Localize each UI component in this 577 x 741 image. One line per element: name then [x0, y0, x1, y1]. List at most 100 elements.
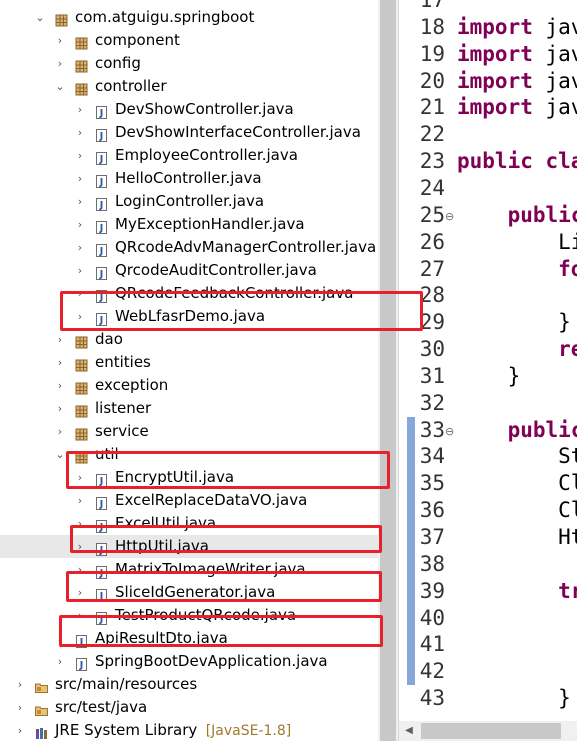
package-icon — [75, 356, 88, 372]
line-number: 31 — [419, 363, 445, 388]
chevron-right-icon[interactable]: › — [54, 52, 66, 75]
code-line: } — [457, 685, 571, 712]
code-keyword: import — [457, 68, 533, 93]
tree-folder-row[interactable]: › service — [0, 420, 378, 443]
tree-file-row[interactable]: › J MyExceptionHandler.java — [0, 213, 378, 236]
chevron-right-icon[interactable]: › — [14, 696, 26, 719]
chevron-right-icon[interactable]: › — [74, 236, 86, 259]
tree-file-row[interactable]: › J LoginController.java — [0, 190, 378, 213]
code-editor[interactable]: 17 18 import jav 19 import jav 20 import jav 21… — [398, 0, 577, 741]
code-line: re — [457, 336, 577, 363]
tree-folder-row[interactable]: › src/test/java — [0, 696, 378, 719]
editor-scrollbar-thumb[interactable] — [421, 723, 561, 739]
code-line: } — [457, 363, 521, 390]
chevron-right-icon[interactable]: › — [74, 489, 86, 512]
code-text: St — [457, 444, 577, 469]
tree-folder-row[interactable]: › entities — [0, 351, 378, 374]
line-number: 19 — [419, 41, 445, 66]
editor-horizontal-scrollbar[interactable]: ◀ — [399, 721, 577, 741]
chevron-right-icon[interactable]: › — [74, 98, 86, 121]
code-text: } — [457, 363, 521, 388]
tree-item-label: controller — [95, 77, 167, 95]
tree-file-row[interactable]: › J ExcelReplaceDataVO.java — [0, 489, 378, 512]
java-file-icon: J — [95, 172, 108, 188]
line-number: 43 — [419, 686, 445, 711]
chevron-right-icon[interactable]: › — [54, 351, 66, 374]
code-line: Cl — [457, 497, 577, 524]
chevron-right-icon[interactable]: › — [74, 259, 86, 282]
tree-file-row[interactable]: › J QrcodeAuditController.java — [0, 259, 378, 282]
chevron-right-icon[interactable]: › — [14, 719, 26, 741]
line-number: 27 — [419, 256, 445, 281]
line-number: 23 — [419, 149, 445, 174]
package-icon — [75, 34, 88, 50]
java-file-icon: J — [95, 149, 108, 165]
code-line: Cl — [457, 470, 577, 497]
svg-text:J: J — [99, 154, 104, 165]
code-text: jav — [545, 41, 577, 66]
line-number: 30 — [419, 337, 445, 362]
tree-file-row[interactable]: › J EmployeeController.java — [0, 144, 378, 167]
tree-item-label: ExcelReplaceDataVO.java — [115, 491, 308, 509]
tree-item-label: service — [95, 422, 149, 440]
code-line: fo — [457, 256, 577, 283]
tree-folder-row[interactable]: › component — [0, 29, 378, 52]
tree-file-row[interactable]: › J QRcodeAdvManagerController.java — [0, 236, 378, 259]
tree-folder-row[interactable]: › exception — [0, 374, 378, 397]
fold-collapse-icon[interactable]: ⊖ — [445, 425, 454, 438]
java-file-icon: J — [95, 494, 108, 510]
tree-folder-row[interactable]: › listener — [0, 397, 378, 420]
package-icon — [55, 11, 68, 27]
chevron-right-icon[interactable]: › — [54, 374, 66, 397]
tree-folder-row[interactable]: ⌄ controller — [0, 75, 378, 98]
code-line: tr — [457, 578, 577, 605]
tree-folder-row[interactable]: › config — [0, 52, 378, 75]
tree-folder-row[interactable]: › dao — [0, 328, 378, 351]
tree-item-label: EmployeeController.java — [115, 146, 298, 164]
chevron-down-icon[interactable]: ⌄ — [54, 75, 66, 98]
chevron-right-icon[interactable]: › — [54, 29, 66, 52]
tree-folder-row[interactable]: › JRE System Library [JavaSE-1.8] — [0, 719, 378, 741]
package-icon — [75, 80, 88, 96]
code-text: jav — [545, 68, 577, 93]
chevron-right-icon[interactable]: › — [54, 397, 66, 420]
code-line: Li — [457, 229, 577, 256]
tree-item-label: DevShowInterfaceController.java — [115, 123, 361, 141]
chevron-down-icon[interactable]: ⌄ — [54, 443, 66, 466]
package-icon — [75, 333, 88, 349]
code-line: import jav — [457, 14, 577, 41]
chevron-down-icon[interactable]: ⌄ — [34, 6, 46, 29]
chevron-right-icon[interactable]: › — [74, 121, 86, 144]
jre-version-decoration: [JavaSE-1.8] — [201, 723, 292, 739]
chevron-right-icon[interactable]: › — [14, 673, 26, 696]
chevron-right-icon[interactable]: › — [54, 328, 66, 351]
line-number: 32 — [419, 390, 445, 415]
chevron-right-icon[interactable]: › — [54, 420, 66, 443]
tree-file-row[interactable]: › J DevShowInterfaceController.java — [0, 121, 378, 144]
tree-item-label: QRcodeAdvManagerController.java — [115, 238, 377, 256]
tree-file-row[interactable]: › J DevShowController.java — [0, 98, 378, 121]
line-number: 21 — [419, 95, 445, 120]
tree-item-label: component — [95, 31, 180, 49]
chevron-right-icon[interactable]: › — [74, 144, 86, 167]
tree-file-row[interactable]: › J HelloController.java — [0, 167, 378, 190]
code-line: import jav — [457, 68, 577, 95]
tree-item-label: exception — [95, 376, 169, 394]
code-text: Ht — [457, 525, 577, 549]
tree-file-row[interactable]: › J SpringBootDevApplication.java — [0, 650, 378, 673]
svg-text:J: J — [99, 200, 104, 211]
svg-text:J: J — [99, 223, 104, 234]
tree-folder-row[interactable]: › src/main/resources — [0, 673, 378, 696]
tree-item-label: JRE System Library [JavaSE-1.8] — [55, 721, 292, 739]
fold-collapse-icon[interactable]: ⊖ — [445, 210, 454, 223]
scroll-left-icon[interactable]: ◀ — [399, 721, 419, 741]
chevron-right-icon[interactable]: › — [54, 650, 66, 673]
tree-item-label: src/test/java — [55, 698, 148, 716]
chevron-right-icon[interactable]: › — [74, 213, 86, 236]
chevron-right-icon[interactable]: › — [74, 167, 86, 190]
tree-folder-row[interactable]: ⌄ com.atguigu.springboot — [0, 6, 378, 29]
code-keyword: import — [457, 41, 533, 66]
chevron-right-icon[interactable]: › — [74, 190, 86, 213]
